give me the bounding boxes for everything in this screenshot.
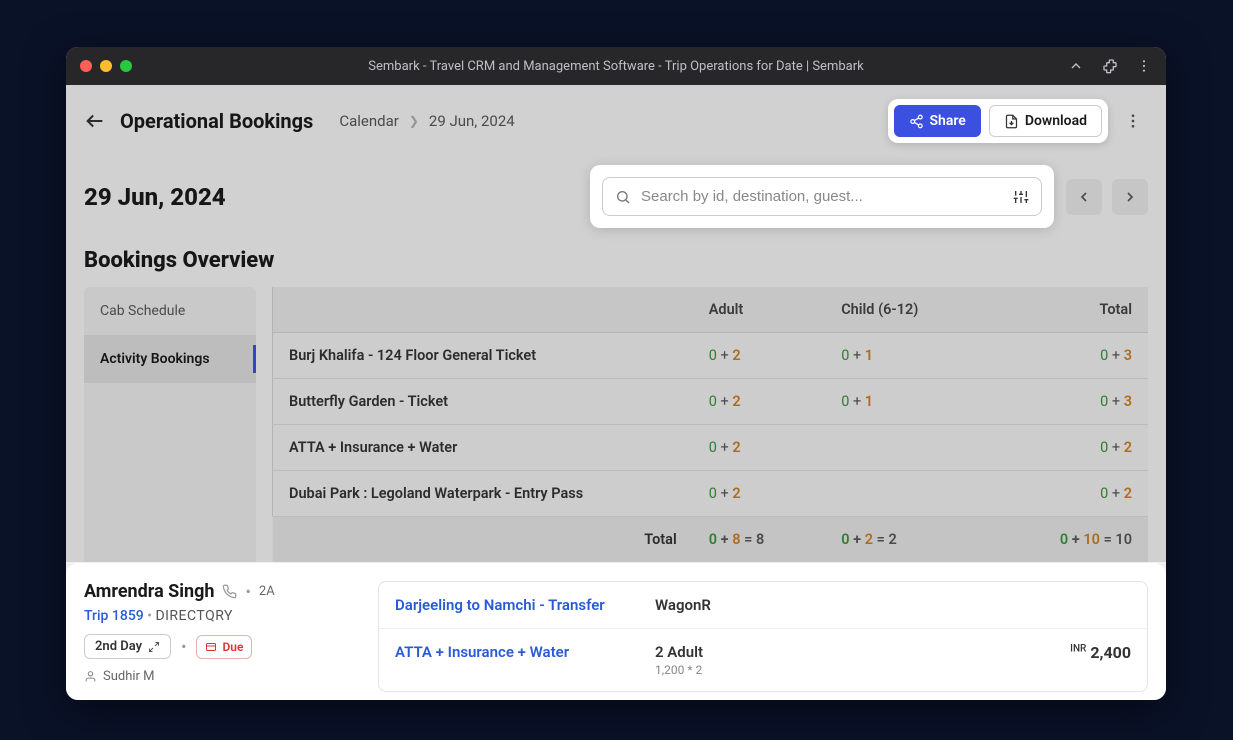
detail-item-link[interactable]: Darjeeling to Namchi - Transfer <box>395 596 655 614</box>
trip-link[interactable]: Trip 1859 <box>84 608 144 624</box>
row-child <box>825 425 990 471</box>
sales-rep: Sudhir M <box>103 669 155 684</box>
table-row: Burj Khalifa - 124 Floor General Ticket … <box>273 333 1149 379</box>
app-window: Sembark - Travel CRM and Management Soft… <box>66 47 1166 700</box>
action-button-group: Share Download <box>888 99 1109 143</box>
row-total: 0 + 2 <box>990 425 1148 471</box>
row-name: Butterfly Garden - Ticket <box>273 379 693 425</box>
sidebar-tabs: Cab Schedule Activity Bookings <box>84 287 256 562</box>
chevron-right-icon: ❯ <box>409 114 419 128</box>
tab-cab-schedule[interactable]: Cab Schedule <box>84 287 256 335</box>
back-arrow-icon[interactable] <box>84 110 106 132</box>
chevron-up-icon[interactable] <box>1068 58 1084 74</box>
detail-items-table: Darjeeling to Namchi - Transfer WagonR A… <box>378 581 1148 692</box>
search-highlight <box>590 165 1054 228</box>
table-row: ATTA + Insurance + Water 0 + 2 0 + 2 <box>273 425 1149 471</box>
date-heading: 29 Jun, 2024 <box>84 183 226 211</box>
date-row: 29 Jun, 2024 <box>66 157 1166 248</box>
col-total: Total <box>990 287 1148 333</box>
row-total: 0 + 3 <box>990 333 1148 379</box>
expand-icon <box>148 641 160 653</box>
search-box[interactable] <box>602 177 1042 216</box>
col-name <box>273 287 693 333</box>
guest-info: Amrendra Singh • 2A Trip 1859 • DIRECTQR… <box>84 581 354 692</box>
row-child <box>825 471 990 517</box>
breadcrumb: Calendar ❯ 29 Jun, 2024 <box>339 112 514 130</box>
prev-date-button[interactable] <box>1066 179 1102 215</box>
pax-badge: 2A <box>259 584 275 599</box>
row-adult: 0 + 2 <box>693 425 825 471</box>
next-date-button[interactable] <box>1112 179 1148 215</box>
minimize-window-button[interactable] <box>100 60 112 72</box>
detail-sub: 1,200 * 2 <box>655 663 1070 677</box>
detail-item-mid: WagonR <box>655 596 1131 614</box>
browser-menu-icon[interactable] <box>1136 58 1152 74</box>
maximize-window-button[interactable] <box>120 60 132 72</box>
extension-icon[interactable] <box>1102 58 1118 74</box>
row-name: Dubai Park : Legoland Waterpark - Entry … <box>273 471 693 517</box>
footer-label: Total <box>273 517 693 563</box>
row-total: 0 + 3 <box>990 379 1148 425</box>
due-icon <box>205 641 217 653</box>
footer-total: 0 + 10 = 10 <box>990 517 1148 563</box>
separator-dot: • <box>245 582 250 601</box>
titlebar: Sembark - Travel CRM and Management Soft… <box>66 47 1166 85</box>
detail-item-price: INR 2,400 <box>1070 643 1131 662</box>
share-label: Share <box>930 113 966 129</box>
overview-row: Cab Schedule Activity Bookings Adult Chi… <box>66 287 1166 562</box>
close-window-button[interactable] <box>80 60 92 72</box>
date-pager <box>1066 179 1148 215</box>
row-child: 0 + 1 <box>825 379 990 425</box>
detail-item-mid: 2 Adult1,200 * 2 <box>655 643 1070 677</box>
page-content: Operational Bookings Calendar ❯ 29 Jun, … <box>66 85 1166 562</box>
section-title: Bookings Overview <box>66 248 1166 287</box>
row-adult: 0 + 2 <box>693 333 825 379</box>
detail-row: ATTA + Insurance + Water 2 Adult1,200 * … <box>379 629 1147 691</box>
tab-activity-bookings[interactable]: Activity Bookings <box>84 335 256 383</box>
detail-item-link[interactable]: ATTA + Insurance + Water <box>395 643 655 661</box>
separator-dot: • <box>181 637 186 656</box>
window-title: Sembark - Travel CRM and Management Soft… <box>66 59 1166 74</box>
row-adult: 0 + 2 <box>693 471 825 517</box>
col-adult: Adult <box>693 287 825 333</box>
trip-source: DIRECTQRY <box>155 608 233 624</box>
row-name: ATTA + Insurance + Water <box>273 425 693 471</box>
more-menu-button[interactable] <box>1118 106 1148 136</box>
share-button[interactable]: Share <box>894 105 981 137</box>
table-row: Dubai Park : Legoland Waterpark - Entry … <box>273 471 1149 517</box>
footer-child: 0 + 2 = 2 <box>825 517 990 563</box>
download-label: Download <box>1025 113 1087 129</box>
window-controls <box>80 60 132 72</box>
download-icon <box>1004 114 1019 129</box>
breadcrumb-date: 29 Jun, 2024 <box>429 112 515 130</box>
share-icon <box>909 114 924 129</box>
overview-table: Adult Child (6-12) Total Burj Khalifa - … <box>272 287 1148 562</box>
phone-icon[interactable] <box>222 584 237 599</box>
footer-adult: 0 + 8 = 8 <box>693 517 825 563</box>
detail-row: Darjeeling to Namchi - Transfer WagonR <box>379 582 1147 629</box>
overview-table-wrap: Adult Child (6-12) Total Burj Khalifa - … <box>272 287 1148 562</box>
col-child: Child (6-12) <box>825 287 990 333</box>
row-child: 0 + 1 <box>825 333 990 379</box>
search-icon <box>615 189 631 205</box>
breadcrumb-calendar[interactable]: Calendar <box>339 112 399 130</box>
topbar: Operational Bookings Calendar ❯ 29 Jun, … <box>66 85 1166 157</box>
download-button[interactable]: Download <box>989 105 1102 137</box>
guest-name: Amrendra Singh <box>84 581 214 602</box>
booking-detail-card: Amrendra Singh • 2A Trip 1859 • DIRECTQR… <box>66 563 1166 700</box>
user-icon <box>84 670 97 683</box>
row-total: 0 + 2 <box>990 471 1148 517</box>
search-input[interactable] <box>641 188 1003 205</box>
due-badge: Due <box>196 635 252 659</box>
filter-sliders-icon[interactable] <box>1013 189 1029 205</box>
day-badge[interactable]: 2nd Day <box>84 634 171 659</box>
row-name: Burj Khalifa - 124 Floor General Ticket <box>273 333 693 379</box>
row-adult: 0 + 2 <box>693 379 825 425</box>
page-title: Operational Bookings <box>120 109 313 133</box>
table-row: Butterfly Garden - Ticket 0 + 2 0 + 1 0 … <box>273 379 1149 425</box>
